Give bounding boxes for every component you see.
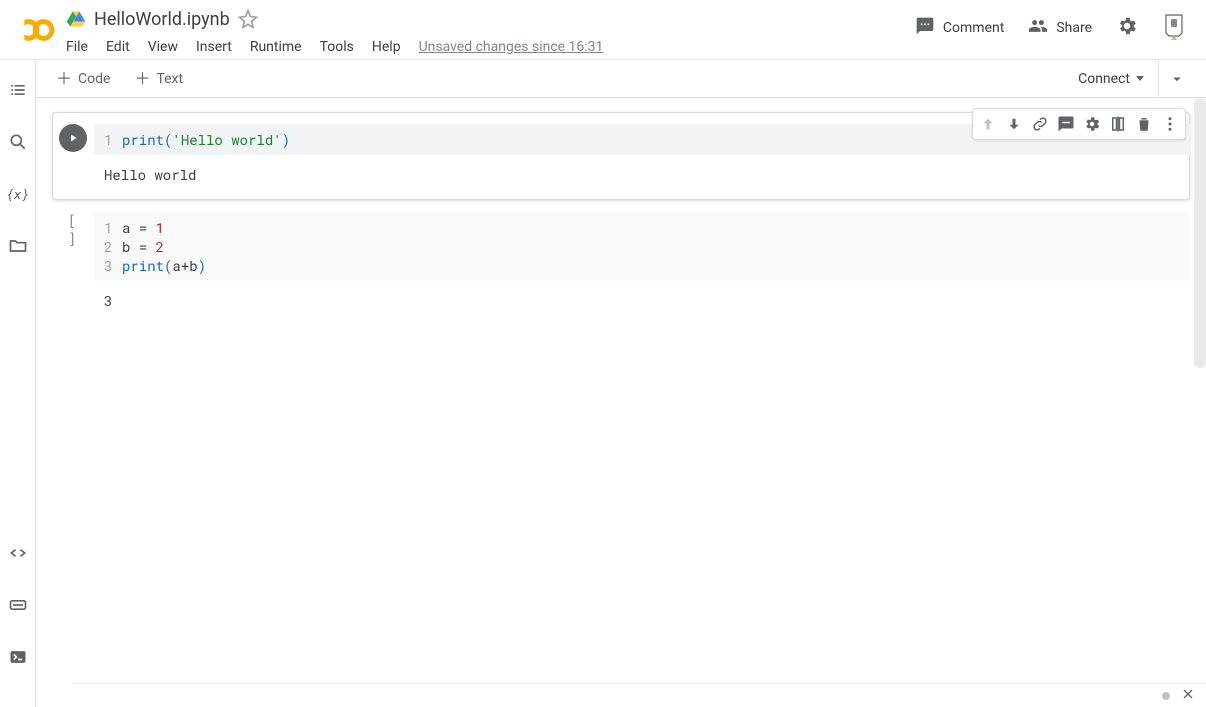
left-rail: {x}: [0, 60, 36, 707]
cell-output: 3: [94, 287, 1190, 314]
code-text[interactable]: a = 1: [122, 218, 164, 237]
comment-button[interactable]: Comment: [915, 16, 1004, 40]
menu-help[interactable]: Help: [372, 39, 401, 55]
menu-file[interactable]: File: [66, 39, 88, 55]
code-text[interactable]: b = 2: [122, 237, 164, 256]
menu-tools[interactable]: Tools: [320, 39, 354, 55]
comment-icon: [915, 16, 935, 40]
add-code-label: Code: [78, 71, 110, 87]
notebook-scroll[interactable]: 1print('Hello world') Hello world [ ] 1a…: [36, 98, 1206, 707]
plus-icon: ＋: [134, 72, 150, 86]
code-text[interactable]: print(a+b): [122, 256, 206, 275]
mirror-cell-button[interactable]: [1105, 111, 1131, 137]
variables-icon[interactable]: {x}: [6, 182, 30, 206]
cell-settings-button[interactable]: [1079, 111, 1105, 137]
document-title[interactable]: HelloWorld.ipynb: [94, 9, 230, 30]
code-cell: [ ] 1a = 12b = 23print(a+b) 3: [52, 212, 1190, 314]
folder-icon[interactable]: [6, 234, 30, 258]
gdrive-icon: [66, 9, 86, 29]
menu-edit[interactable]: Edit: [106, 39, 130, 55]
collapse-header-button[interactable]: [1158, 61, 1194, 97]
run-cell-button[interactable]: [59, 124, 87, 152]
delete-cell-button[interactable]: [1131, 111, 1157, 137]
connect-button[interactable]: Connect: [1078, 71, 1144, 87]
code-snippets-icon[interactable]: [6, 541, 30, 565]
main-area: ＋ Code ＋ Text Connect: [36, 60, 1206, 707]
gear-icon: [1116, 15, 1138, 41]
add-text-button[interactable]: ＋ Text: [126, 67, 191, 91]
plus-icon: ＋: [56, 72, 72, 86]
more-actions-button[interactable]: [1157, 111, 1183, 137]
line-number: 1: [104, 218, 122, 237]
status-bar: [72, 683, 1206, 707]
line-number: 2: [104, 237, 122, 256]
menu-insert[interactable]: Insert: [196, 39, 232, 55]
settings-button[interactable]: [1116, 15, 1138, 41]
move-cell-up-button: [975, 111, 1001, 137]
add-text-label: Text: [156, 71, 183, 87]
notebook-toolbar: ＋ Code ＋ Text Connect: [36, 60, 1206, 98]
menu-bar: File Edit View Insert Runtime Tools Help…: [66, 32, 915, 60]
share-label: Share: [1056, 20, 1092, 36]
menu-runtime[interactable]: Runtime: [250, 39, 302, 55]
people-icon: [1028, 16, 1048, 40]
code-editor[interactable]: 1a = 12b = 23print(a+b): [94, 212, 1190, 281]
toc-icon[interactable]: [6, 78, 30, 102]
status-indicator-icon: [1162, 692, 1170, 700]
line-number: 3: [104, 256, 122, 275]
menu-view[interactable]: View: [148, 39, 178, 55]
star-icon[interactable]: [238, 9, 258, 29]
app-header: HelloWorld.ipynb File Edit View Insert R…: [0, 0, 1206, 60]
copy-link-button[interactable]: [1027, 111, 1053, 137]
add-comment-button[interactable]: [1053, 111, 1079, 137]
move-cell-down-button[interactable]: [1001, 111, 1027, 137]
colab-logo: [16, 10, 56, 50]
scrollbar[interactable]: [1194, 98, 1206, 368]
command-palette-icon[interactable]: [6, 593, 30, 617]
search-icon[interactable]: [6, 130, 30, 154]
save-status[interactable]: Unsaved changes since 16:31: [419, 39, 604, 55]
line-number: 1: [104, 130, 122, 149]
cell-action-bar: [972, 108, 1186, 140]
share-button[interactable]: Share: [1028, 16, 1092, 40]
user-avatar[interactable]: [1162, 13, 1186, 43]
terminal-icon[interactable]: [6, 645, 30, 669]
close-status-button[interactable]: [1180, 686, 1196, 706]
connect-label: Connect: [1078, 71, 1130, 87]
cell-output: Hello world: [94, 161, 1190, 188]
run-cell-button[interactable]: [ ]: [59, 212, 87, 230]
code-text[interactable]: print('Hello world'): [122, 130, 290, 149]
code-cell: 1print('Hello world') Hello world: [52, 118, 1190, 194]
add-code-button[interactable]: ＋ Code: [48, 67, 118, 91]
comment-label: Comment: [943, 20, 1004, 36]
chevron-down-icon: [1136, 76, 1144, 81]
